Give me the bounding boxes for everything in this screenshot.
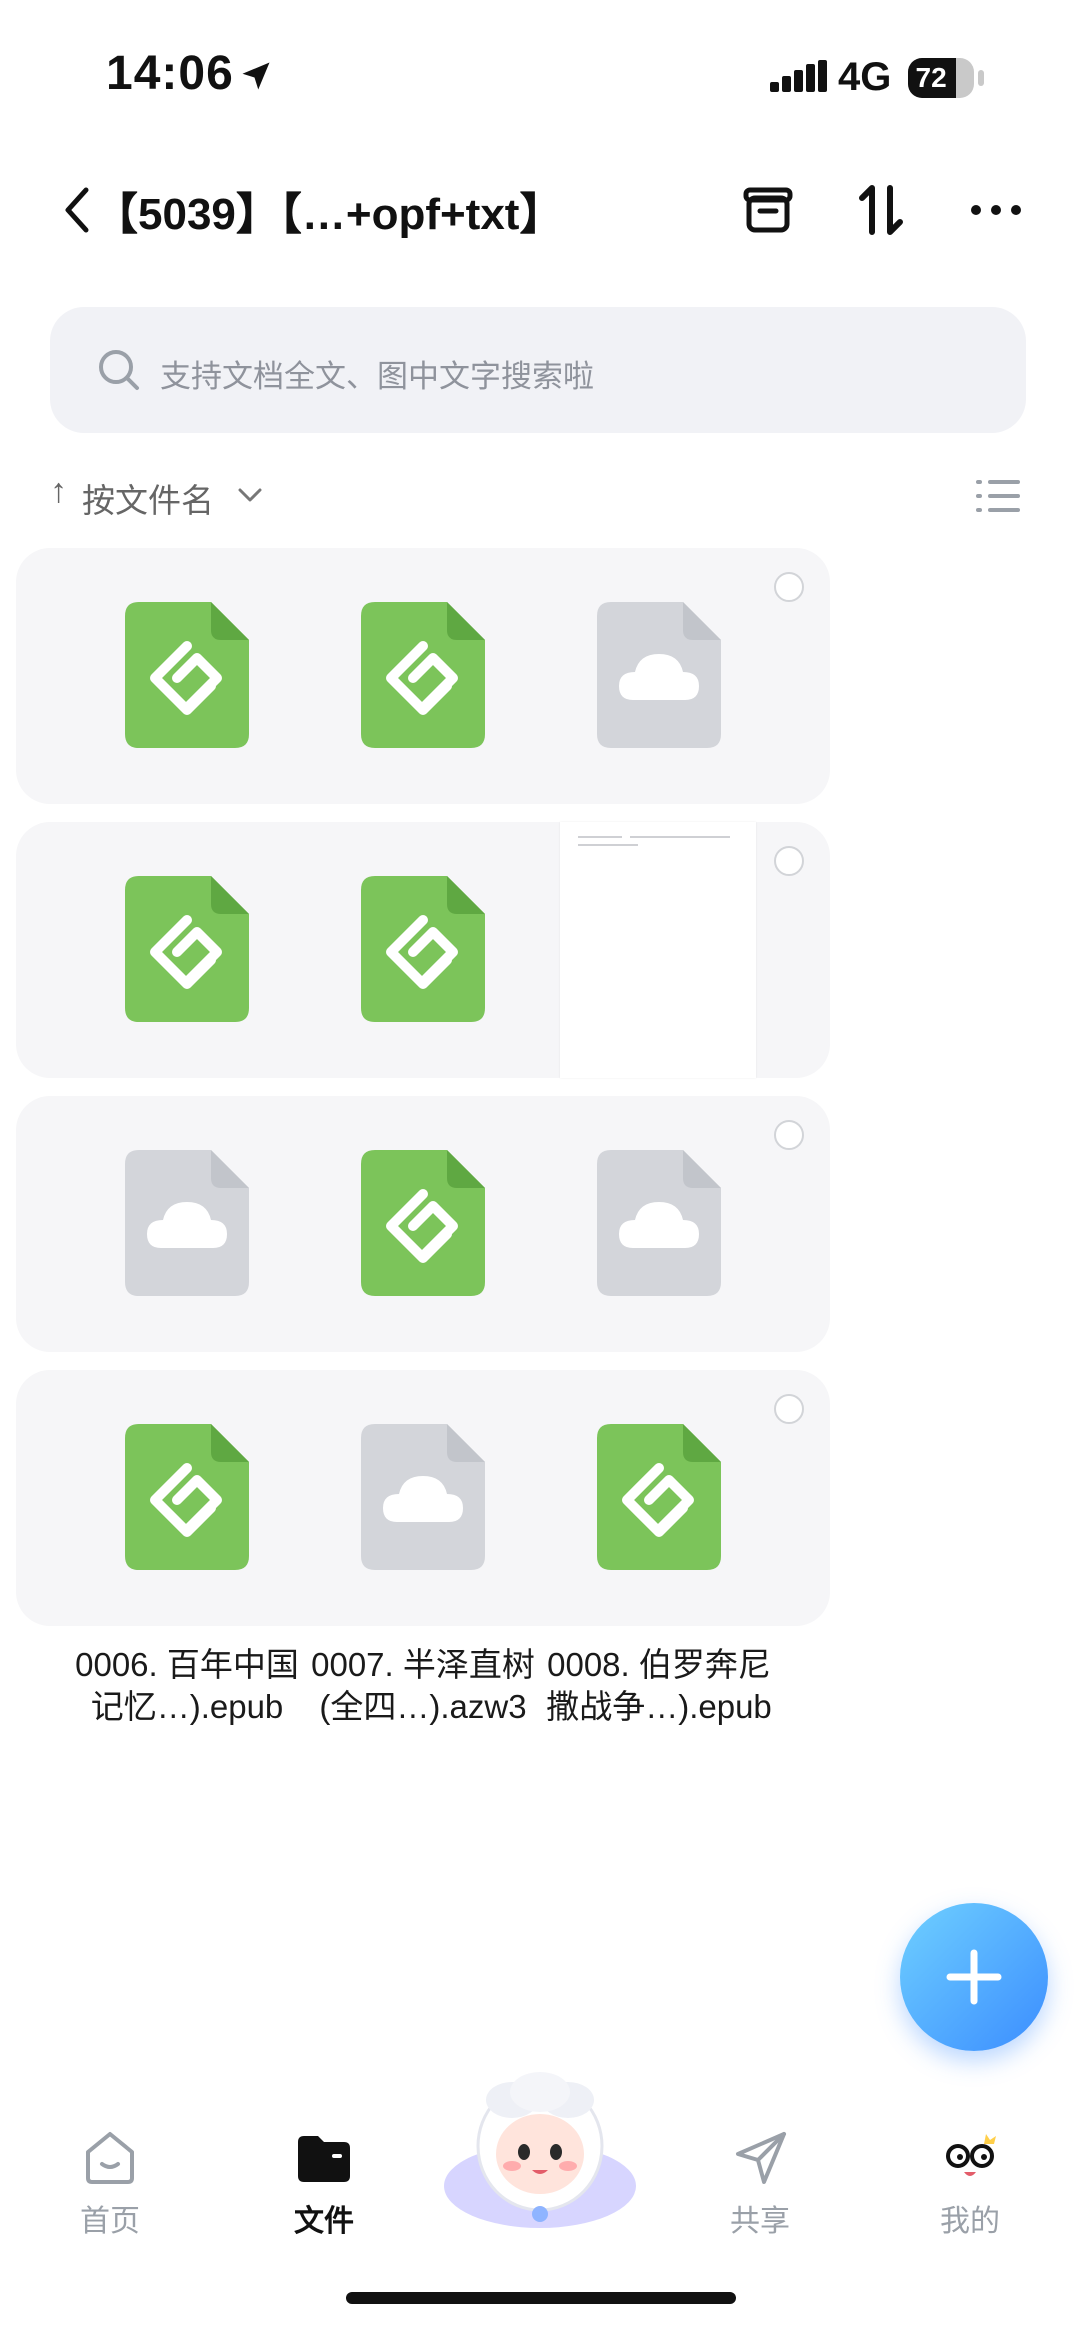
file-name-line2: 撒战争…).epub bbox=[546, 1688, 772, 1725]
archive-icon bbox=[743, 187, 793, 233]
cloud-file-icon bbox=[597, 1150, 721, 1296]
file-item[interactable]: 0008. 伯罗奔尼 撒战争…).epub bbox=[488, 1370, 830, 1728]
epub-icon bbox=[125, 1424, 249, 1570]
file-thumbnail[interactable] bbox=[488, 548, 830, 804]
folder-icon bbox=[298, 2136, 350, 2182]
share-icon bbox=[736, 2132, 786, 2184]
battery-cap bbox=[978, 70, 984, 86]
signal-icon bbox=[770, 60, 827, 92]
archive-button[interactable] bbox=[736, 178, 800, 242]
location-icon bbox=[242, 62, 270, 90]
file-name: 0008. 伯罗奔尼 撒战争…).epub bbox=[488, 1644, 830, 1728]
file-name-line1: 0008. 伯罗奔尼 bbox=[547, 1646, 771, 1683]
home-indicator bbox=[346, 2292, 736, 2304]
select-radio[interactable] bbox=[774, 1394, 804, 1424]
search-placeholder: 支持文档全文、图中文字搜索啦 bbox=[160, 359, 594, 394]
cloud-file-icon bbox=[361, 1424, 485, 1570]
sort-button[interactable] bbox=[850, 178, 914, 242]
sort-direction-icon[interactable]: ↑ bbox=[50, 472, 67, 511]
battery-icon: 72 bbox=[908, 58, 974, 98]
tab-files[interactable]: 文件 bbox=[244, 2126, 404, 2240]
file-thumbnail[interactable] bbox=[488, 822, 830, 1078]
profile-icon bbox=[946, 2134, 996, 2176]
sort-arrows-icon bbox=[859, 185, 903, 235]
file-thumbnail[interactable] bbox=[488, 1370, 830, 1626]
search-input[interactable]: 支持文档全文、图中文字搜索啦 bbox=[50, 307, 1026, 433]
home-icon bbox=[86, 2132, 134, 2184]
epub-icon bbox=[361, 602, 485, 748]
select-radio[interactable] bbox=[774, 846, 804, 876]
epub-icon bbox=[125, 876, 249, 1022]
status-bar: 14:06 4G 72 bbox=[0, 0, 1080, 150]
epub-icon bbox=[597, 1424, 721, 1570]
epub-icon bbox=[361, 876, 485, 1022]
battery-percent: 72 bbox=[915, 62, 947, 93]
select-radio[interactable] bbox=[774, 572, 804, 602]
search-icon bbox=[99, 350, 139, 390]
cloud-file-icon bbox=[125, 1150, 249, 1296]
network-type: 4G bbox=[838, 55, 892, 99]
status-time: 14:06 bbox=[106, 47, 234, 100]
assistant-mascot-icon[interactable] bbox=[440, 2066, 640, 2236]
back-icon[interactable] bbox=[58, 182, 98, 238]
tab-bar: 首页 文件 共享 我的 bbox=[0, 2072, 1080, 2341]
plus-icon bbox=[946, 1949, 1002, 2005]
page-title: 【5039】【…+opf+txt】 bbox=[94, 190, 564, 239]
sort-row: ↑ 按文件名 bbox=[50, 470, 1030, 520]
tab-share[interactable]: 共享 bbox=[680, 2126, 840, 2240]
tab-files-label: 文件 bbox=[294, 2205, 354, 2238]
tab-home-label: 首页 bbox=[80, 2205, 140, 2238]
file-thumbnail[interactable] bbox=[488, 1096, 830, 1352]
nav-bar: 【5039】【…+opf+txt】 bbox=[0, 160, 1080, 260]
epub-icon bbox=[361, 1150, 485, 1296]
list-view-icon[interactable] bbox=[976, 478, 1020, 514]
tab-home[interactable]: 首页 bbox=[30, 2126, 190, 2240]
epub-icon bbox=[125, 602, 249, 748]
cloud-file-icon bbox=[597, 602, 721, 748]
add-button[interactable] bbox=[900, 1903, 1048, 2051]
file-grid: 0002. 巴菲特的 投资理…册.epub 002. 萨宁.epub bbox=[16, 548, 1066, 2096]
more-icon bbox=[971, 205, 1021, 215]
more-button[interactable] bbox=[964, 178, 1028, 242]
document-preview bbox=[560, 822, 756, 1078]
select-radio[interactable] bbox=[774, 1120, 804, 1150]
sort-mode-label[interactable]: 按文件名 bbox=[82, 474, 214, 522]
chevron-down-icon[interactable] bbox=[236, 486, 264, 504]
tab-profile[interactable]: 我的 bbox=[890, 2126, 1050, 2240]
tab-share-label: 共享 bbox=[730, 2205, 790, 2238]
tab-profile-label: 我的 bbox=[940, 2205, 1000, 2238]
